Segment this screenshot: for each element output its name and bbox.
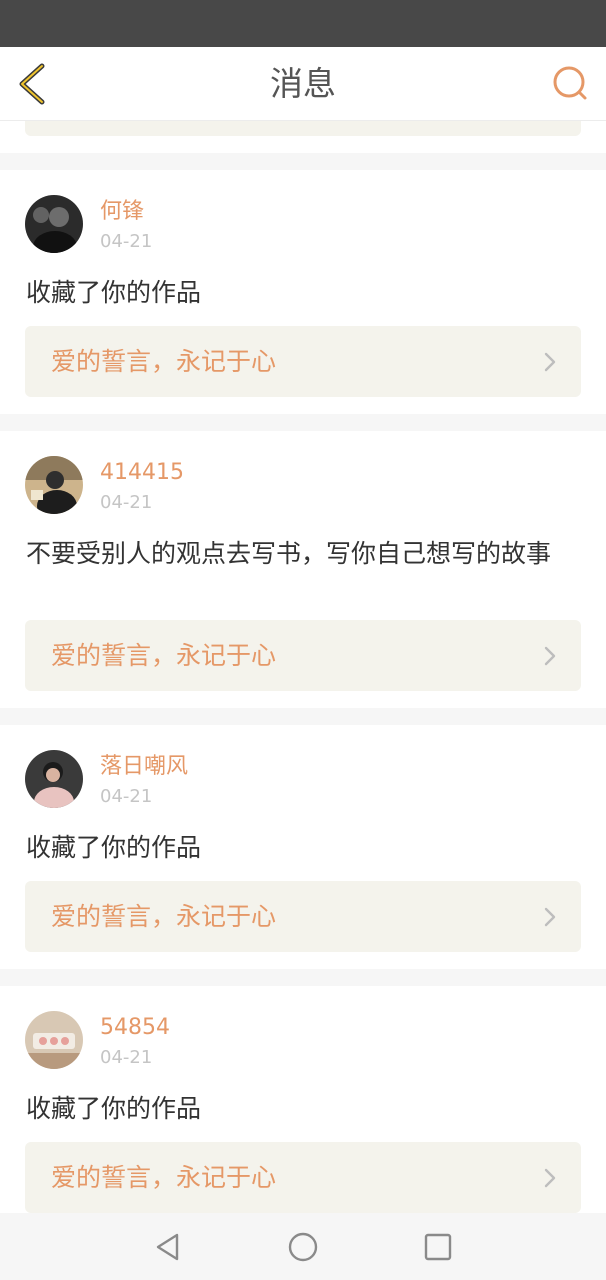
work-title: 爱的誓言，永记于心	[51, 347, 277, 376]
work-title: 爱的誓言，永记于心	[51, 1163, 277, 1192]
work-link[interactable]: 爱的誓言，永记于心	[25, 881, 581, 952]
chevron-right-icon	[544, 352, 556, 372]
message-card: 54854 04-21 收藏了你的作品 爱的誓言，永记于心	[0, 986, 606, 1213]
nav-back-button[interactable]	[150, 1229, 186, 1265]
avatar[interactable]	[25, 456, 83, 514]
username[interactable]: 54854	[100, 1015, 170, 1041]
work-link[interactable]: 爱的誓言，永记于心	[25, 326, 581, 397]
message-text: 收藏了你的作品	[26, 1094, 202, 1123]
search-icon	[553, 66, 587, 100]
message-date: 04-21	[100, 1047, 153, 1068]
chevron-right-icon	[544, 1168, 556, 1188]
username[interactable]: 落日嘲风	[100, 754, 188, 780]
message-card: 何锋 04-21 收藏了你的作品 爱的誓言，永记于心	[0, 170, 606, 414]
nav-recent-button[interactable]	[420, 1229, 456, 1265]
message-card: 414415 04-21 不要受别人的观点去写书，写你自己想写的故事 爱的誓言，…	[0, 431, 606, 708]
work-title: 爱的誓言，永记于心	[51, 641, 277, 670]
avatar[interactable]	[25, 1011, 83, 1069]
avatar[interactable]	[25, 750, 83, 808]
message-list[interactable]: 何锋 04-21 收藏了你的作品 爱的誓言，永记于心 414415 04-21 …	[0, 121, 606, 1213]
work-link[interactable]: 爱的誓言，永记于心	[25, 620, 581, 691]
page-title: 消息	[270, 64, 336, 103]
previous-card-tail	[0, 121, 606, 153]
status-bar	[0, 0, 606, 47]
username[interactable]: 414415	[100, 460, 184, 486]
square-recent-icon	[424, 1233, 452, 1261]
message-text: 收藏了你的作品	[26, 278, 202, 307]
search-button[interactable]	[548, 61, 594, 107]
app-header: 消息	[0, 47, 606, 121]
message-date: 04-21	[100, 786, 153, 807]
triangle-back-icon	[156, 1233, 179, 1261]
message-card: 落日嘲风 04-21 收藏了你的作品 爱的誓言，永记于心	[0, 725, 606, 969]
message-date: 04-21	[100, 492, 153, 513]
username[interactable]: 何锋	[100, 199, 144, 225]
back-button[interactable]	[10, 59, 58, 107]
message-text: 不要受别人的观点去写书，写你自己想写的故事	[26, 539, 552, 568]
chevron-right-icon	[544, 646, 556, 666]
message-text: 收藏了你的作品	[26, 833, 202, 862]
work-link[interactable]: 爱的誓言，永记于心	[25, 1142, 581, 1213]
work-title: 爱的誓言，永记于心	[51, 902, 277, 931]
circle-home-icon	[288, 1232, 318, 1262]
nav-home-button[interactable]	[285, 1229, 321, 1265]
avatar[interactable]	[25, 195, 83, 253]
chevron-left-icon	[19, 63, 45, 105]
chevron-right-icon	[544, 907, 556, 927]
system-nav-bar	[0, 1213, 606, 1280]
message-date: 04-21	[100, 231, 153, 252]
